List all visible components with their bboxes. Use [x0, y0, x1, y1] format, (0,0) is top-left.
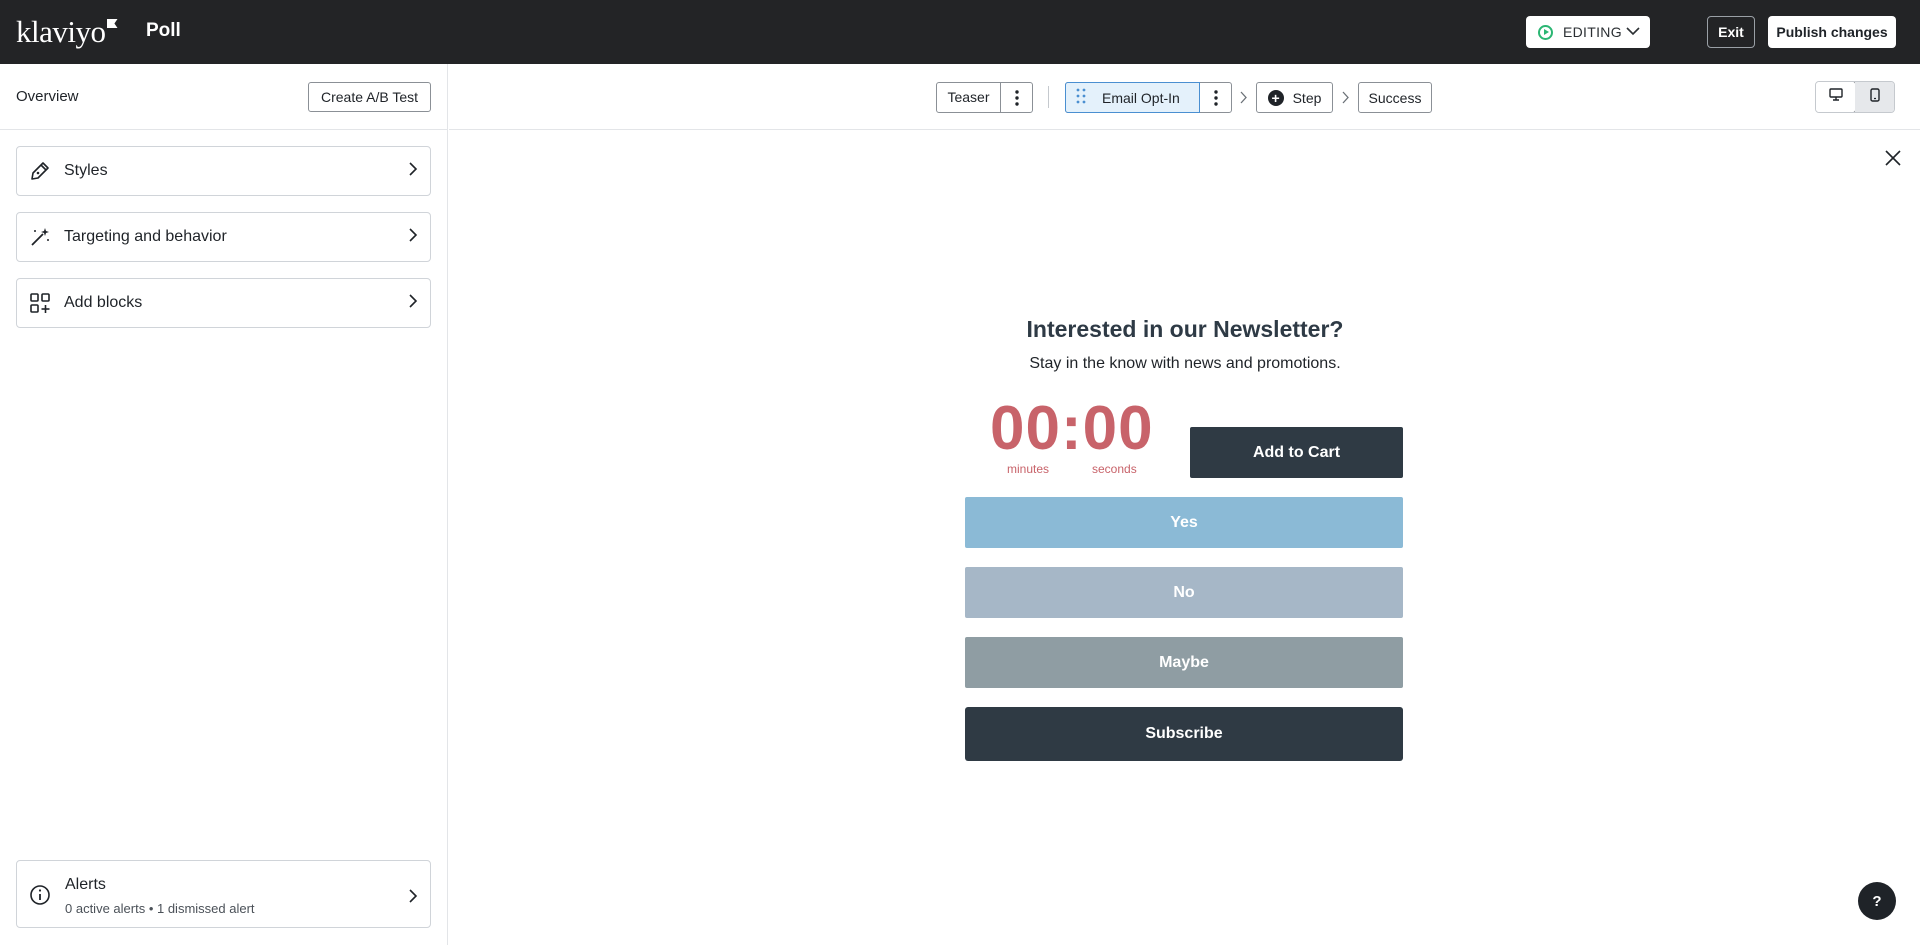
- create-ab-test-button[interactable]: Create A/B Test: [308, 82, 431, 112]
- form-heading[interactable]: Interested in our Newsletter?: [965, 316, 1405, 343]
- pencil-icon: [29, 160, 51, 182]
- alerts-title: Alerts: [65, 876, 106, 893]
- chevron-right-icon: [408, 293, 418, 314]
- step-email-optin-selected[interactable]: Email Opt-In: [1065, 82, 1200, 113]
- form-name-title: Poll: [146, 20, 181, 41]
- top-bar: klaviyo Poll EDITING Exit Publish change…: [0, 0, 1920, 64]
- countdown-timer[interactable]: 00:00 minutes seconds: [990, 394, 1154, 476]
- publish-changes-button[interactable]: Publish changes: [1768, 16, 1896, 48]
- step-navigation: Teaser Email Opt-In + Step Success: [449, 64, 1920, 130]
- chevron-down-icon: [1626, 23, 1640, 41]
- sidebar-item-label: Targeting and behavior: [64, 228, 227, 245]
- form-subheading[interactable]: Stay in the know with news and promotion…: [965, 355, 1405, 373]
- logo-flag-icon: [106, 19, 118, 28]
- sidebar-item-add-blocks[interactable]: Add blocks: [16, 278, 431, 328]
- add-step-button[interactable]: + Step: [1256, 82, 1333, 113]
- timer-digits: 00:00: [990, 394, 1154, 463]
- step-email-optin[interactable]: Email Opt-In: [1065, 82, 1232, 113]
- more-options-icon[interactable]: [1200, 89, 1231, 106]
- exit-button[interactable]: Exit: [1707, 16, 1755, 48]
- step-success[interactable]: Success: [1358, 82, 1432, 113]
- alerts-summary: 0 active alerts • 1 dismissed alert: [65, 901, 255, 916]
- klaviyo-logo[interactable]: klaviyo: [16, 14, 118, 50]
- sidebar-item-styles[interactable]: Styles: [16, 146, 431, 196]
- desktop-view-button[interactable]: [1816, 82, 1856, 112]
- sidebar-item-targeting[interactable]: Targeting and behavior: [16, 212, 431, 262]
- step-teaser[interactable]: Teaser: [936, 82, 1033, 113]
- mobile-view-button[interactable]: [1855, 82, 1894, 112]
- mobile-icon: [1869, 87, 1880, 107]
- help-button[interactable]: ?: [1858, 882, 1896, 920]
- chevron-right-icon: [408, 227, 418, 248]
- chevron-right-icon: [1342, 91, 1350, 109]
- step-email-optin-label: Email Opt-In: [1102, 89, 1180, 106]
- add-step-label: Step: [1292, 89, 1322, 106]
- timer-seconds-label: seconds: [1092, 462, 1137, 476]
- poll-option-maybe[interactable]: Maybe: [965, 637, 1403, 688]
- poll-option-no[interactable]: No: [965, 567, 1403, 618]
- status-label: EDITING: [1563, 24, 1622, 40]
- chevron-right-icon: [408, 888, 418, 909]
- sidebar-item-label: Add blocks: [64, 294, 143, 311]
- step-teaser-label: Teaser: [937, 83, 1001, 112]
- chevron-right-icon: [408, 161, 418, 182]
- alerts-panel[interactable]: Alerts 0 active alerts • 1 dismissed ale…: [16, 860, 431, 928]
- subscribe-button[interactable]: Subscribe: [965, 707, 1403, 761]
- timer-minutes-label: minutes: [1007, 462, 1050, 476]
- info-icon: [29, 884, 51, 911]
- close-icon[interactable]: [1884, 149, 1902, 172]
- status-dropdown[interactable]: EDITING: [1526, 16, 1650, 48]
- logo-text: klaviyo: [16, 14, 106, 49]
- add-to-cart-button[interactable]: Add to Cart: [1190, 427, 1403, 478]
- drag-handle-icon[interactable]: [1076, 88, 1086, 107]
- plus-circle-icon: +: [1267, 89, 1284, 106]
- add-blocks-icon: [29, 292, 51, 314]
- overview-header: Overview Create A/B Test: [0, 64, 447, 130]
- desktop-icon: [1828, 88, 1843, 106]
- magic-wand-icon: [29, 226, 51, 248]
- device-preview-toggle: [1815, 81, 1895, 113]
- overview-label: Overview: [16, 88, 79, 105]
- left-sidebar: Overview Create A/B Test Styles Targetin…: [0, 64, 448, 945]
- chevron-right-icon: [1240, 91, 1248, 109]
- play-status-icon: [1538, 24, 1553, 40]
- more-options-icon[interactable]: [1001, 89, 1032, 106]
- poll-option-yes[interactable]: Yes: [965, 497, 1403, 548]
- sidebar-item-label: Styles: [64, 162, 108, 179]
- step-success-label: Success: [1368, 89, 1422, 106]
- step-divider: [1048, 86, 1049, 108]
